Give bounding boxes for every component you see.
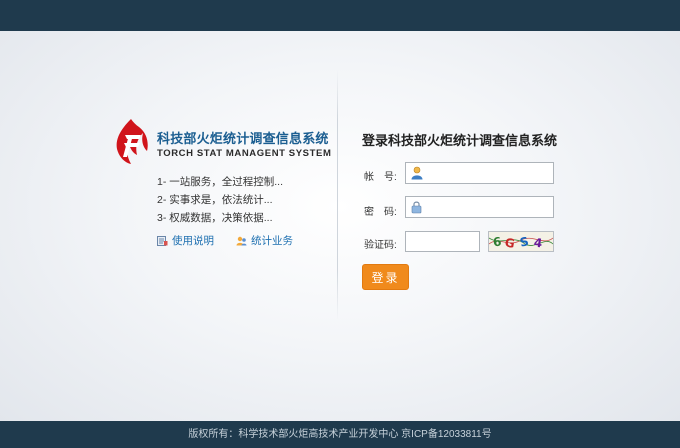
brand-name-cn: 科技部火炬统计调查信息系统 (157, 131, 329, 146)
usage-guide-link[interactable]: 使用说明 (157, 233, 214, 248)
users-icon (236, 236, 247, 245)
account-input[interactable] (405, 162, 554, 184)
stat-business-link[interactable]: 统计业务 (236, 233, 293, 248)
top-bar (0, 0, 680, 31)
brand-name-en: TORCH STAT MANAGENT SYSTEM (157, 148, 332, 159)
panel-divider (337, 70, 338, 320)
captcha-image[interactable]: 6 G S 4 (488, 231, 554, 252)
feature-item-2: 2- 实事求是，依法统计... (157, 194, 273, 206)
password-input[interactable] (405, 196, 554, 218)
svg-text:S: S (519, 234, 530, 249)
svg-text:6: 6 (492, 234, 502, 249)
password-label: 密 码: (364, 207, 397, 218)
lock-icon (411, 201, 422, 214)
footer-copyright: 版权所有：科学技术部火炬高技术产业开发中心 京ICP备12033811号 (0, 421, 680, 448)
captcha-input[interactable] (405, 231, 480, 252)
torch-logo-icon (116, 119, 148, 164)
svg-text:4: 4 (533, 236, 543, 251)
login-title: 登录科技部火炬统计调查信息系统 (362, 133, 558, 148)
usage-guide-label: 使用说明 (172, 235, 214, 247)
login-button[interactable]: 登录 (362, 264, 409, 290)
captcha-label: 验证码: (364, 240, 397, 251)
captcha-graphic: 6 G S 4 (489, 234, 553, 251)
main-area (0, 31, 680, 421)
document-icon (157, 235, 168, 246)
feature-item-1: 1- 一站服务，全过程控制... (157, 176, 284, 188)
feature-item-3: 3- 权威数据，决策依据... (157, 212, 273, 224)
account-label: 帐 号: (364, 172, 397, 183)
stat-business-label: 统计业务 (251, 235, 293, 247)
user-icon (411, 166, 423, 180)
svg-text:G: G (504, 235, 516, 250)
